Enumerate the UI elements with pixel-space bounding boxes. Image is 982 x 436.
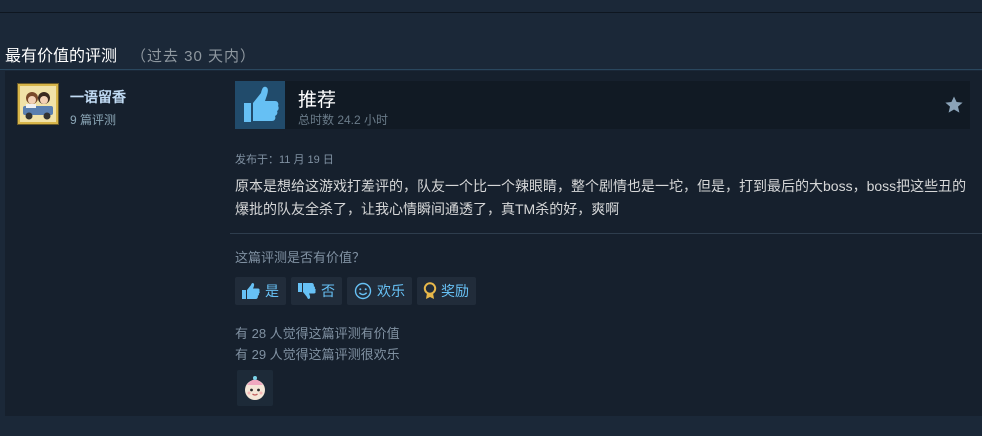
author-avatar[interactable] xyxy=(17,83,59,125)
vote-header: 推荐 总时数 24.2 小时 xyxy=(235,81,970,129)
helpful-count-text: 有 28 人觉得这篇评测有价值 xyxy=(235,326,400,341)
avatar-cartoon-car-icon xyxy=(18,84,58,124)
helpful-question: 这篇评测是否有价值？ xyxy=(235,250,366,265)
funny-count-text: 有 29 人觉得这篇评测很欢乐 xyxy=(235,347,400,362)
award-label: 奖励 xyxy=(441,283,469,299)
vote-funny-label: 欢乐 xyxy=(377,283,405,299)
review-card: 一语留香 9 篇评测 推荐 总时数 24.2 小时 发布于：11 月 19 日 … xyxy=(5,71,982,416)
vote-yes-button[interactable]: 是 xyxy=(235,277,286,305)
section-title: 最有价值的评测 （过去 30 天内） xyxy=(5,42,256,66)
section-subtitle: （过去 30 天内） xyxy=(131,48,257,65)
playtime-hours: 总时数 24.2 小时 xyxy=(298,113,389,127)
received-award-badge[interactable] xyxy=(237,370,273,406)
thumbs-down-icon xyxy=(298,283,316,299)
rating-buttons: 是 否 欢乐 奖励 xyxy=(235,277,476,305)
vote-no-button[interactable]: 否 xyxy=(291,277,342,305)
author-review-count[interactable]: 9 篇评测 xyxy=(70,111,116,128)
top-divider xyxy=(0,12,982,13)
recommended-thumb xyxy=(235,81,285,129)
award-character-icon xyxy=(245,376,265,400)
thumbs-up-icon xyxy=(244,86,279,122)
vote-funny-button[interactable]: 欢乐 xyxy=(347,277,412,305)
vote-no-label: 否 xyxy=(321,283,335,299)
posted-date: 发布于：11 月 19 日 xyxy=(235,154,334,166)
star-icon xyxy=(945,96,963,113)
thumbs-up-icon xyxy=(242,283,260,299)
award-medal-icon xyxy=(423,282,437,299)
award-star-button[interactable] xyxy=(944,95,964,115)
vote-stats: 有 28 人觉得这篇评测有价值 有 29 人觉得这篇评测很欢乐 xyxy=(235,323,400,365)
award-button[interactable]: 奖励 xyxy=(417,277,476,305)
smiley-icon xyxy=(354,282,372,300)
review-divider xyxy=(230,233,982,234)
vote-label: 推荐 xyxy=(298,90,337,111)
author-name[interactable]: 一语留香 xyxy=(70,87,126,107)
review-text: 原本是想给这游戏打差评的，队友一个比一个辣眼睛，整个剧情也是一坨，但是，打到最后… xyxy=(235,178,967,217)
vote-yes-label: 是 xyxy=(265,283,279,299)
section-title-rule xyxy=(0,69,982,70)
section-title-text: 最有价值的评测 xyxy=(5,48,118,65)
